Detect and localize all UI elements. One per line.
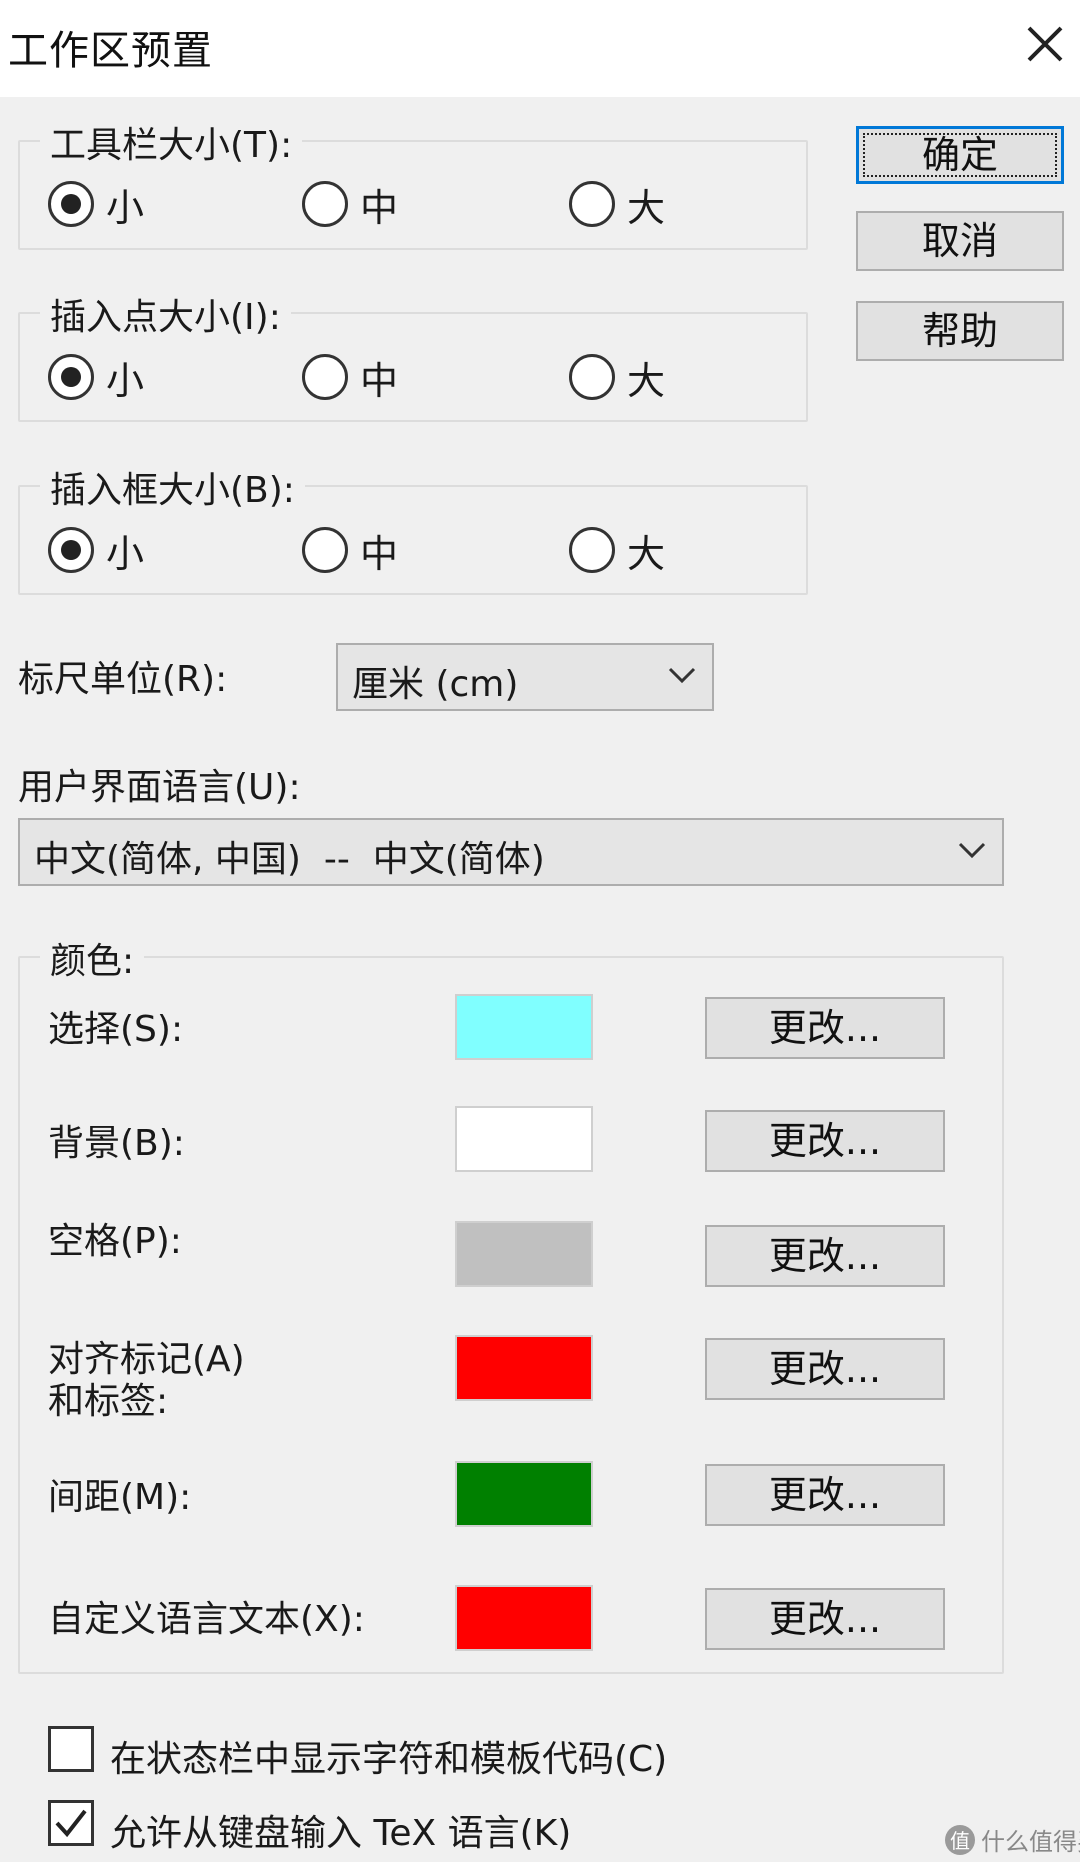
radio-selected-indicator xyxy=(48,354,94,400)
spacing-color-swatch xyxy=(455,1461,593,1527)
checkmark-icon xyxy=(55,1809,87,1838)
ui-language-value: 中文(简体, 中国) -- 中文(简体) xyxy=(34,839,545,880)
insertion-box-small-radio[interactable]: 小 xyxy=(48,522,144,578)
radio-label: 大 xyxy=(627,358,666,403)
change-button-label: 更改... xyxy=(768,1006,882,1050)
radio-indicator xyxy=(569,527,615,573)
insertion-point-size-legend: 插入点大小(I): xyxy=(40,288,291,340)
dialog-title: 工作区预置 xyxy=(8,28,213,74)
insertion-box-large-radio[interactable]: 大 xyxy=(569,522,665,578)
selection-color-label: 选择(S): xyxy=(48,1009,184,1050)
radio-label: 大 xyxy=(627,185,666,230)
radio-label: 小 xyxy=(106,358,145,403)
alignment-marks-change-button[interactable]: 更改... xyxy=(705,1338,945,1400)
change-button-label: 更改... xyxy=(768,1347,882,1391)
radio-selected-indicator xyxy=(48,181,94,227)
change-button-label: 更改... xyxy=(768,1473,882,1517)
close-icon[interactable] xyxy=(1015,14,1075,74)
radio-label: 小 xyxy=(106,185,145,230)
watermark-badge: 值 xyxy=(945,1824,975,1855)
show-char-codes-label: 在状态栏中显示字符和模板代码(C) xyxy=(110,1739,668,1780)
cancel-button-label: 取消 xyxy=(921,219,998,263)
background-change-button[interactable]: 更改... xyxy=(705,1110,945,1172)
radio-label: 中 xyxy=(360,185,399,230)
insertion-point-medium-radio[interactable]: 中 xyxy=(302,349,398,405)
radio-label: 小 xyxy=(106,531,145,576)
space-color-swatch xyxy=(455,1221,593,1287)
custom-language-text-color-swatch xyxy=(455,1585,593,1651)
allow-tex-input-label: 允许从键盘输入 TeX 语言(K) xyxy=(110,1813,572,1854)
alignment-marks-label-line2: 和标签: xyxy=(48,1381,169,1422)
help-button-label: 帮助 xyxy=(921,309,998,353)
ruler-units-select[interactable]: 厘米 (cm) xyxy=(336,643,714,711)
ok-button[interactable]: 确定 xyxy=(856,126,1064,184)
selection-change-button[interactable]: 更改... xyxy=(705,997,945,1059)
background-color-swatch xyxy=(455,1106,593,1172)
spacing-color-label: 间距(M): xyxy=(48,1477,192,1518)
radio-indicator xyxy=(302,527,348,573)
custom-language-text-label: 自定义语言文本(X): xyxy=(48,1599,365,1640)
chevron-down-icon xyxy=(668,667,696,684)
change-button-label: 更改... xyxy=(768,1234,882,1278)
title-bar: 工作区预置 xyxy=(0,0,1080,97)
allow-tex-input-checkbox[interactable] xyxy=(48,1800,94,1846)
ruler-units-value: 厘米 (cm) xyxy=(352,664,519,705)
focus-rect xyxy=(863,133,1057,177)
insertion-box-size-legend: 插入框大小(B): xyxy=(40,461,305,513)
cancel-button[interactable]: 取消 xyxy=(856,211,1064,271)
ruler-units-label: 标尺单位(R): xyxy=(18,659,228,700)
radio-label: 中 xyxy=(360,358,399,403)
help-button[interactable]: 帮助 xyxy=(856,301,1064,361)
spacing-change-button[interactable]: 更改... xyxy=(705,1464,945,1526)
insertion-point-small-radio[interactable]: 小 xyxy=(48,349,144,405)
radio-label: 中 xyxy=(360,531,399,576)
alignment-marks-label: 对齐标记(A) xyxy=(48,1339,245,1380)
chevron-down-icon xyxy=(958,842,986,859)
custom-language-text-change-button[interactable]: 更改... xyxy=(705,1588,945,1650)
change-button-label: 更改... xyxy=(768,1119,882,1163)
insertion-box-medium-radio[interactable]: 中 xyxy=(302,522,398,578)
watermark: 值 什么值得买 xyxy=(945,1822,1080,1857)
background-color-label: 背景(B): xyxy=(48,1123,185,1164)
toolbar-size-large-radio[interactable]: 大 xyxy=(569,176,665,232)
ui-language-select[interactable]: 中文(简体, 中国) -- 中文(简体) xyxy=(18,818,1004,886)
toolbar-size-small-radio[interactable]: 小 xyxy=(48,176,144,232)
radio-indicator xyxy=(569,181,615,227)
radio-selected-indicator xyxy=(48,527,94,573)
space-change-button[interactable]: 更改... xyxy=(705,1225,945,1287)
watermark-text: 什么值得买 xyxy=(981,1828,1080,1856)
change-button-label: 更改... xyxy=(768,1597,882,1641)
toolbar-size-legend: 工具栏大小(T): xyxy=(40,116,303,168)
radio-label: 大 xyxy=(627,531,666,576)
radio-indicator xyxy=(302,354,348,400)
alignment-marks-color-swatch xyxy=(455,1335,593,1401)
show-char-codes-checkbox[interactable] xyxy=(48,1726,94,1772)
space-color-label: 空格(P): xyxy=(48,1221,182,1262)
insertion-point-large-radio[interactable]: 大 xyxy=(569,349,665,405)
colors-group xyxy=(18,956,1004,1674)
radio-indicator xyxy=(302,181,348,227)
colors-legend: 颜色: xyxy=(40,932,145,984)
ui-language-label: 用户界面语言(U): xyxy=(18,767,301,808)
selection-color-swatch xyxy=(455,994,593,1060)
radio-indicator xyxy=(569,354,615,400)
toolbar-size-medium-radio[interactable]: 中 xyxy=(302,176,398,232)
